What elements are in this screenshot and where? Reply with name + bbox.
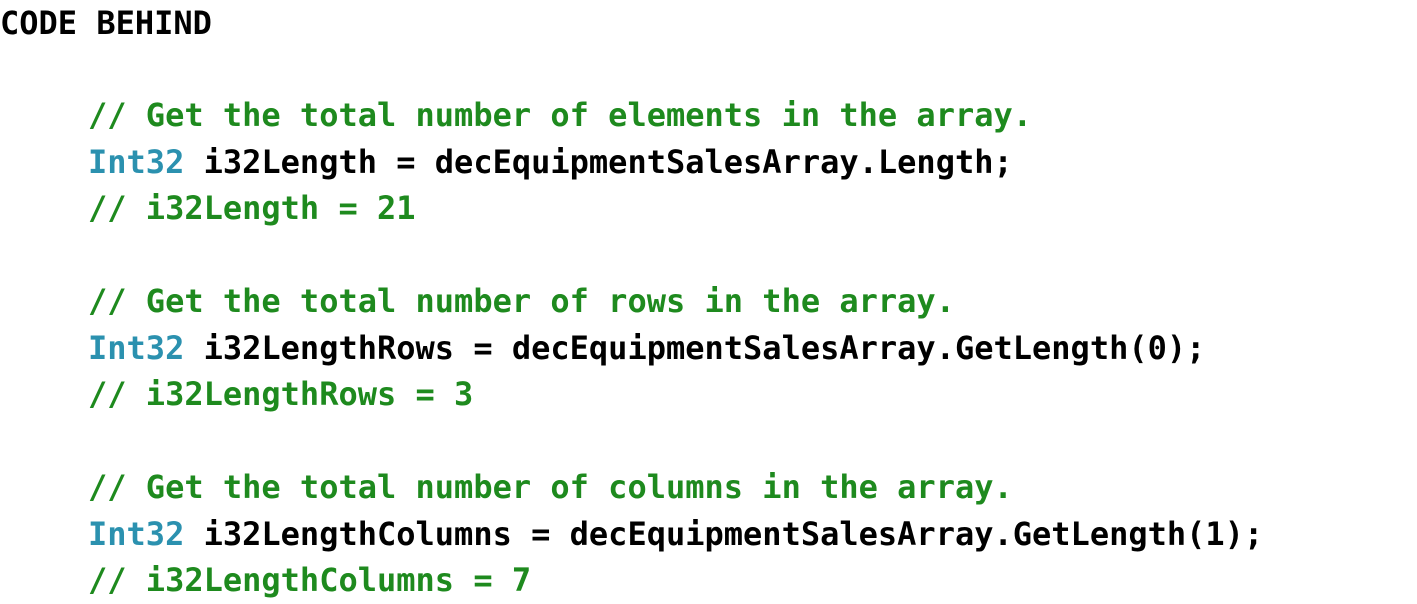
code-listing: // Get the total number of elements in t… xyxy=(88,92,1408,604)
type-keyword: Int32 xyxy=(88,142,185,181)
result-comment: // i32LengthRows = 3 xyxy=(88,375,474,413)
code-line-comment: // Get the total number of columns in th… xyxy=(88,464,1408,511)
code-line-statement: Int32 i32LengthRows = decEquipmentSalesA… xyxy=(88,325,1408,372)
statement-text: i32Length = decEquipmentSalesArray.Lengt… xyxy=(184,142,1013,181)
code-line-result: // i32LengthColumns = 7 xyxy=(88,557,1408,604)
result-comment: // i32LengthColumns = 7 xyxy=(88,561,532,599)
code-line-statement: Int32 i32LengthColumns = decEquipmentSal… xyxy=(88,511,1408,558)
code-line-statement: Int32 i32Length = decEquipmentSalesArray… xyxy=(88,139,1408,186)
type-keyword: Int32 xyxy=(88,328,185,367)
result-comment: // i32Length = 21 xyxy=(88,189,416,227)
code-line-result: // i32LengthRows = 3 xyxy=(88,371,1408,418)
type-keyword: Int32 xyxy=(88,514,185,553)
code-line-comment: // Get the total number of rows in the a… xyxy=(88,278,1408,325)
code-line-result: // i32Length = 21 xyxy=(88,185,1408,232)
comment-text: // Get the total number of elements in t… xyxy=(88,96,1033,134)
code-line-comment: // Get the total number of elements in t… xyxy=(88,92,1408,139)
statement-text: i32LengthColumns = decEquipmentSalesArra… xyxy=(184,514,1264,553)
comment-text: // Get the total number of columns in th… xyxy=(88,468,1013,506)
statement-text: i32LengthRows = decEquipmentSalesArray.G… xyxy=(184,328,1206,367)
comment-text: // Get the total number of rows in the a… xyxy=(88,282,955,320)
page-title: CODE BEHIND xyxy=(0,4,212,42)
